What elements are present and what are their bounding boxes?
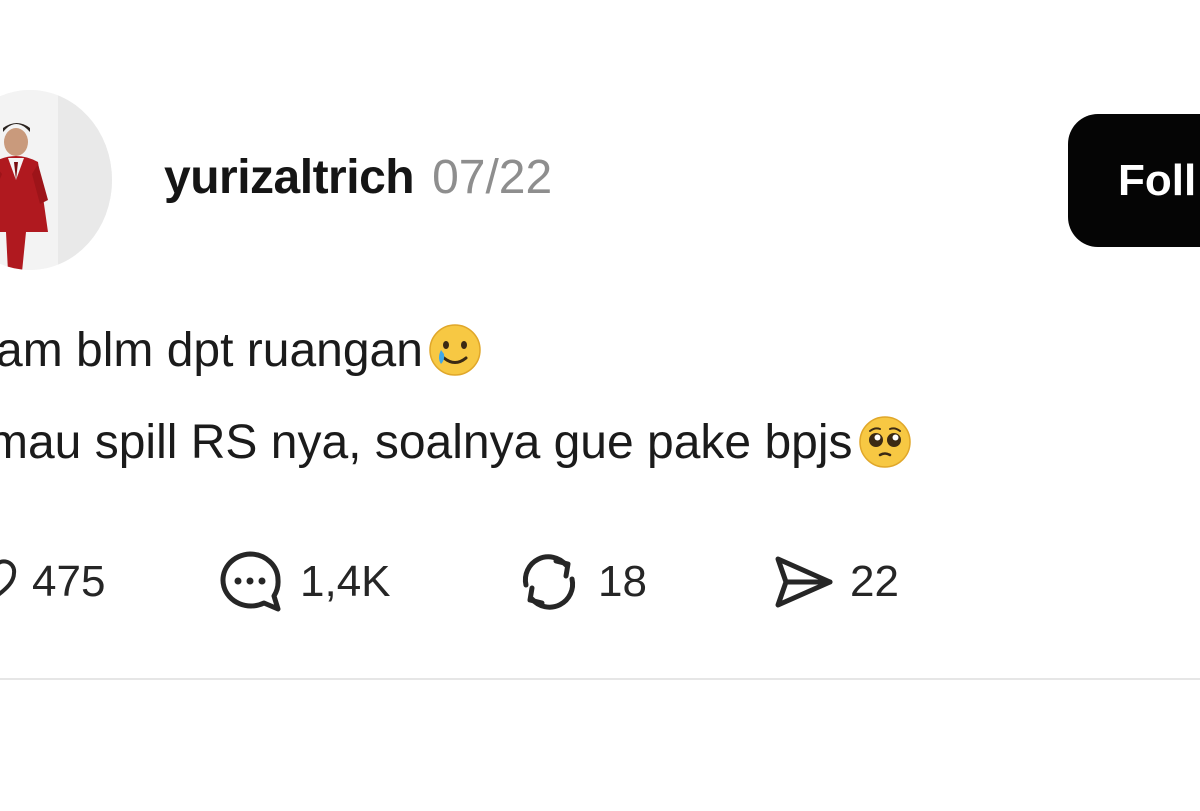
divider: [0, 678, 1200, 680]
follow-button[interactable]: Foll: [1068, 114, 1200, 247]
thread-post: yurizaltrich 07/22 Foll am blm dpt ruang…: [0, 0, 1200, 811]
share-button[interactable]: 22: [770, 540, 899, 624]
avatar-photo: [0, 90, 112, 270]
paper-plane-icon: [770, 549, 836, 615]
avatar[interactable]: [0, 90, 112, 270]
post-text: am blm dpt ruangan: [0, 323, 423, 377]
reply-count: 1,4K: [300, 557, 391, 606]
post-text-line-2: mau spill RS nya, soalnya gue pake bpjs: [0, 414, 913, 470]
username[interactable]: yurizaltrich: [164, 150, 415, 205]
post-text: mau spill RS nya, soalnya gue pake bpjs: [0, 415, 853, 469]
post-date: 07/22: [432, 151, 553, 204]
like-count: 475: [32, 557, 106, 606]
smiling-face-with-tear-icon: [427, 322, 483, 378]
post-actions: 475 1,4K 18 22: [0, 540, 1200, 624]
pleading-face-icon: [857, 414, 913, 470]
post-text-line-1: am blm dpt ruangan: [0, 322, 483, 378]
share-count: 22: [850, 557, 899, 606]
repost-count: 18: [598, 557, 647, 606]
like-button[interactable]: 475: [0, 540, 105, 624]
post-header: yurizaltrich 07/22: [164, 150, 552, 216]
reply-button[interactable]: 1,4K: [214, 540, 391, 624]
heart-icon: [0, 558, 18, 606]
repost-button[interactable]: 18: [514, 540, 647, 624]
repost-icon: [514, 547, 584, 617]
speech-bubble-icon: [214, 546, 286, 618]
